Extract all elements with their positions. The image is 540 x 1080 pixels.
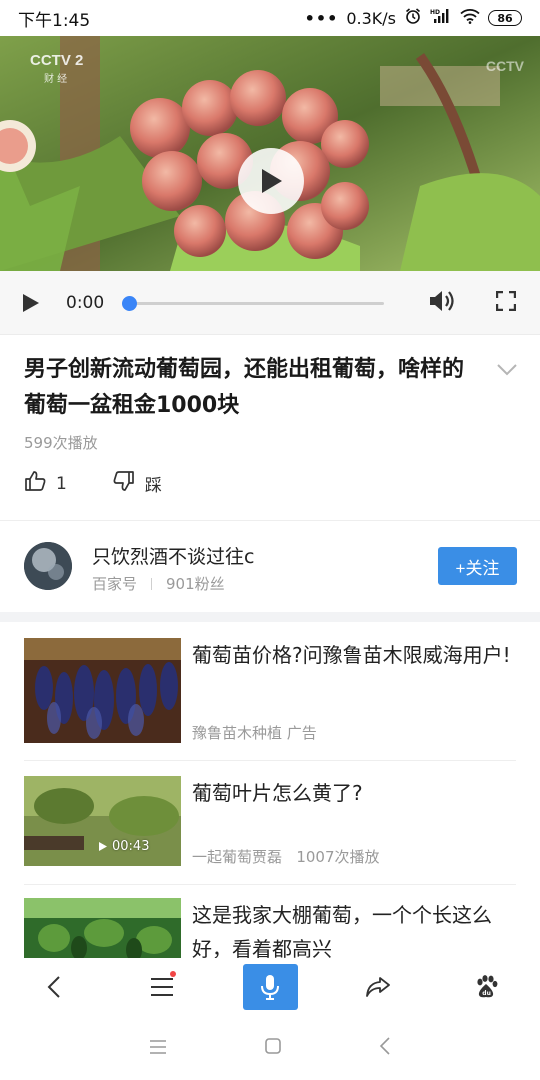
recent-apps-button[interactable] [149, 1039, 167, 1058]
chevron-down-icon[interactable] [496, 362, 518, 381]
cctv-channel-logo: CCTV 2 [30, 52, 84, 69]
back-icon [380, 1037, 390, 1055]
list-item[interactable]: 这是我家大棚葡萄，一个个长这么好，看着都高兴 [24, 898, 516, 958]
hd-signal-icon: HD [430, 8, 452, 28]
notification-dot [170, 971, 176, 977]
reaction-bar: 1 踩 [24, 470, 162, 497]
avatar[interactable] [24, 542, 72, 590]
section-gap [0, 612, 540, 622]
ad-tag: 广告 [286, 724, 317, 742]
alarm-icon [404, 7, 422, 29]
svg-text:HD: HD [430, 9, 440, 16]
status-right: ••• 0.3K/s HD 86 [305, 7, 522, 29]
meta-separator [151, 577, 153, 590]
duration-text: 00:43 [112, 839, 150, 854]
item-title: 葡萄叶片怎么黄了? [192, 781, 363, 805]
thumbs-up-icon [24, 470, 46, 497]
article-title: 男子创新流动葡萄园，还能出租葡萄，啥样的葡萄一盆租金1000块 [24, 357, 465, 418]
video-player[interactable]: CCTV 2 财 经 CCTV [0, 36, 540, 271]
item-title: 葡萄苗价格?问豫鲁苗木限威海用户! [192, 643, 511, 667]
volume-icon[interactable] [428, 289, 456, 317]
item-plays: 1007次播放 [296, 848, 380, 866]
dislike-label: 踩 [144, 476, 162, 496]
wifi-icon [460, 8, 480, 28]
author-fans: 901粉丝 [166, 575, 225, 593]
back-button[interactable] [0, 958, 108, 1016]
back-icon [47, 976, 60, 998]
item-meta: 一起葡萄贾磊 1007次播放 [192, 846, 380, 867]
baidu-paw-icon: du [477, 975, 498, 998]
video-thumbnail [24, 898, 181, 958]
play-icon [99, 842, 107, 851]
item-source: 一起葡萄贾磊 [192, 848, 283, 866]
item-title: 这是我家大棚葡萄，一个个长这么好，看着都高兴 [192, 903, 492, 958]
divider [24, 884, 516, 885]
status-bar: 下午1:45 ••• 0.3K/s HD 86 [0, 0, 540, 36]
play-count: 599次播放 [24, 434, 98, 452]
system-nav-bar [0, 1016, 540, 1080]
status-time: 下午1:45 [18, 10, 91, 31]
author-name[interactable]: 只饮烈酒不谈过往c [92, 542, 254, 569]
list-item[interactable]: 00:43 葡萄叶片怎么黄了? 一起葡萄贾磊 1007次播放 [24, 776, 516, 868]
more-dots-icon: ••• [304, 8, 339, 28]
dislike-button[interactable]: 踩 [113, 470, 162, 497]
fullscreen-icon[interactable] [495, 290, 517, 315]
cctv-watermark: CCTV [485, 58, 524, 74]
system-back-button[interactable] [379, 1037, 391, 1059]
menu-icon [151, 978, 173, 996]
baidu-home-button[interactable]: du [432, 958, 540, 1016]
video-thumbnail: 00:43 [24, 776, 181, 866]
battery-icon: 86 [488, 10, 522, 26]
video-thumbnail [24, 638, 181, 743]
author-meta: 百家号 901粉丝 [92, 573, 225, 594]
microphone-icon[interactable] [242, 964, 298, 1010]
share-button[interactable] [324, 958, 432, 1016]
divider [0, 520, 540, 521]
play-icon[interactable] [238, 148, 304, 214]
progress-track [122, 301, 385, 305]
share-icon [366, 977, 390, 997]
like-button[interactable]: 1 [24, 470, 67, 497]
item-source: 豫鲁苗木种植 [192, 724, 283, 742]
divider [24, 760, 516, 761]
play-icon[interactable] [22, 292, 44, 314]
follow-button[interactable]: +关注 [438, 547, 517, 585]
thumbs-down-icon [113, 470, 135, 497]
item-meta: 豫鲁苗木种植 广告 [192, 722, 317, 743]
author-row: 只饮烈酒不谈过往c 百家号 901粉丝 +关注 [0, 536, 540, 610]
author-platform: 百家号 [92, 575, 138, 593]
progress-slider[interactable] [122, 293, 385, 313]
voice-search-button[interactable] [216, 958, 324, 1016]
video-duration: 00:43 [98, 839, 149, 854]
cctv-channel-sub: 财 经 [44, 74, 68, 85]
menu-button[interactable] [108, 958, 216, 1016]
progress-thumb[interactable] [122, 295, 138, 311]
svg-text:du: du [482, 990, 491, 997]
browser-toolbar: du [0, 958, 540, 1016]
home-button[interactable] [264, 1037, 282, 1059]
current-time: 0:00 [66, 292, 105, 313]
recent-apps-icon [149, 1039, 166, 1054]
player-controls: 0:00 [0, 271, 540, 335]
like-count: 1 [56, 473, 67, 494]
home-icon [265, 1038, 281, 1054]
list-item[interactable]: 葡萄苗价格?问豫鲁苗木限威海用户! 豫鲁苗木种植 广告 [24, 638, 516, 744]
network-speed: 0.3K/s [346, 8, 396, 28]
